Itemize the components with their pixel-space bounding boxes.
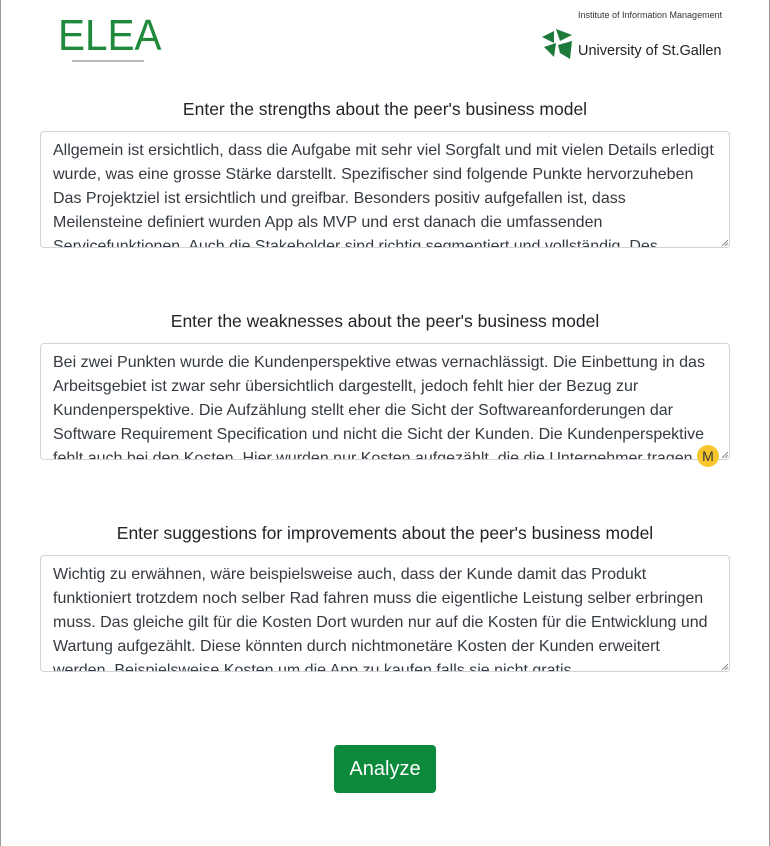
weaknesses-title: Enter the weaknesses about the peer's bu… [170, 311, 600, 331]
suggestions-text: Wichtig zu erwähnen, wäre beispielsweise… [53, 566, 708, 672]
elea-logo-text: ELEA [58, 11, 162, 60]
weaknesses-textarea[interactable]: Bei zwei Punkten wurde die Kundenperspek… [40, 343, 730, 460]
elea-logo-underline [72, 60, 144, 62]
hsg-emblem-icon [542, 29, 572, 59]
resize-handle-icon[interactable] [721, 239, 728, 246]
cursor-badge: M [697, 445, 719, 467]
analyze-button[interactable]: Analyze [334, 745, 436, 793]
resize-handle-icon[interactable] [721, 663, 728, 670]
strengths-title: Enter the strengths about the peer's bus… [182, 99, 588, 119]
strengths-textarea[interactable]: Allgemein ist ersichtlich, dass die Aufg… [40, 131, 730, 248]
weaknesses-text: Bei zwei Punkten wurde die Kundenperspek… [53, 354, 705, 460]
hsg-logo: Institute of Information Management Univ… [540, 10, 730, 70]
strengths-text: Allgemein ist ersichtlich, dass die Aufg… [53, 142, 714, 248]
resize-handle-icon[interactable] [721, 451, 728, 458]
suggestions-textarea[interactable]: Wichtig zu erwähnen, wäre beispielsweise… [40, 555, 730, 672]
window-border-left [0, 0, 1, 846]
institute-label: Institute of Information Management [578, 10, 723, 20]
university-label: University of St.Gallen [578, 43, 722, 59]
elea-logo: ELEA [58, 11, 162, 62]
suggestions-title: Enter suggestions for improvements about… [116, 523, 654, 543]
